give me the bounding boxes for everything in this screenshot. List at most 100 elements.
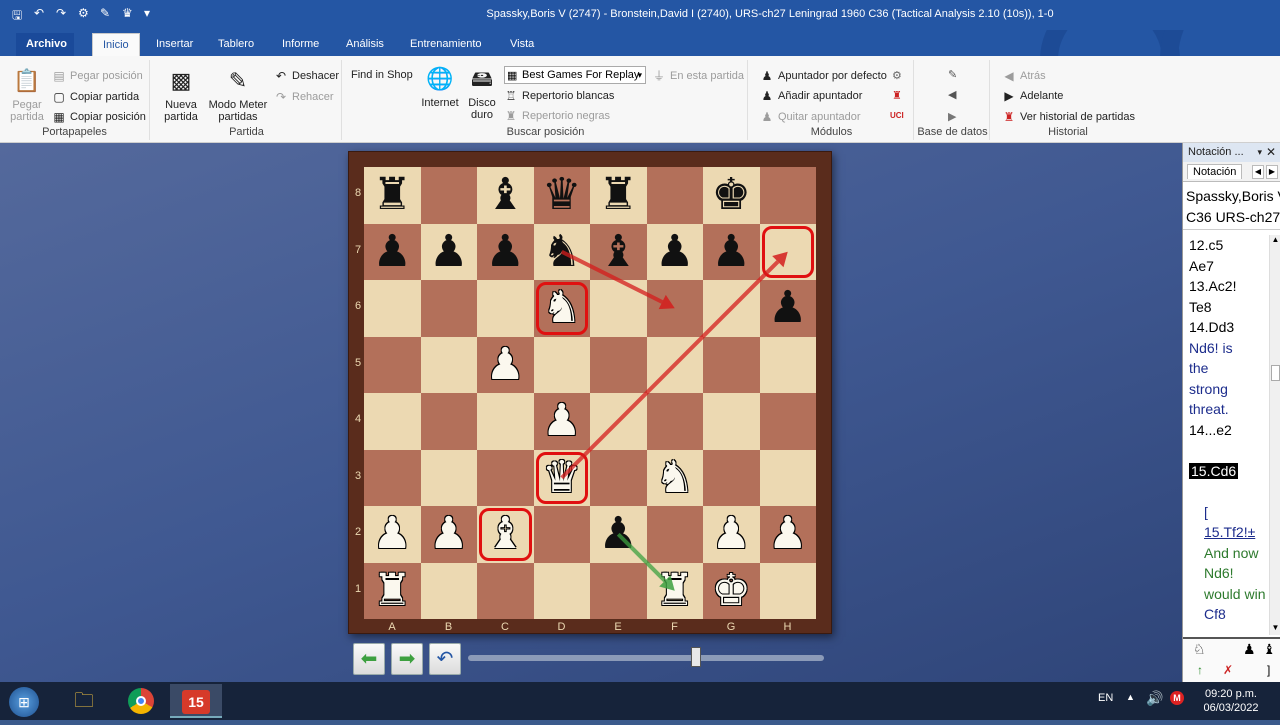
square-e6[interactable]	[590, 280, 647, 337]
show-hidden-icons-icon[interactable]: ▲	[1126, 692, 1135, 702]
history-forward-button[interactable]: ▶ Adelante	[1002, 89, 1063, 103]
variation-line[interactable]: Cf8	[1183, 604, 1269, 625]
bracket-icon[interactable]: ]	[1267, 663, 1270, 677]
square-f1[interactable]: ♜	[646, 562, 703, 619]
settings-icon[interactable]: ⚙	[78, 6, 89, 20]
square-e3[interactable]	[590, 449, 647, 506]
edit-icon[interactable]: ✎	[948, 68, 957, 81]
find-in-shop-button[interactable]: Find in Shop	[351, 69, 413, 81]
annotation-icons[interactable]	[1183, 481, 1269, 502]
repertoire-white-button[interactable]: ♖ Repertorio blancas	[504, 89, 615, 103]
white-rook-icon[interactable]: ♜	[655, 568, 694, 613]
in-game-button[interactable]: ⏚ En esta partida	[652, 69, 744, 83]
square-a2[interactable]: ♟	[364, 506, 421, 563]
square-d4[interactable]: ♟	[533, 393, 590, 450]
square-h3[interactable]	[759, 449, 816, 506]
forward-db-icon[interactable]: ▶	[948, 110, 956, 123]
square-h1[interactable]	[759, 562, 816, 619]
square-a1[interactable]: ♜	[364, 562, 421, 619]
black-pawn-icon[interactable]: ♟	[486, 229, 525, 274]
white-knight-icon[interactable]: ♞	[655, 455, 694, 500]
takeback-button[interactable]: ↶	[429, 643, 461, 675]
next-move-button[interactable]: ➡	[391, 643, 423, 675]
square-g5[interactable]	[703, 336, 760, 393]
white-pawn-icon[interactable]: ♟	[768, 512, 807, 556]
square-c2[interactable]: ♝	[477, 506, 534, 563]
white-pawn-icon[interactable]: ♟	[429, 512, 468, 556]
redo-icon[interactable]: ↷	[56, 6, 66, 20]
tab-notacion[interactable]: Notación	[1187, 164, 1243, 179]
engine-settings-icon[interactable]: ⚙	[892, 69, 902, 82]
black-pawn-icon[interactable]: ♟	[712, 229, 751, 274]
move[interactable]: 14...e2	[1183, 420, 1269, 441]
disk-button[interactable]: 🖴 Disco duro	[462, 64, 502, 121]
square-e4[interactable]	[590, 393, 647, 450]
tab-archivo[interactable]: Archivo	[16, 33, 74, 56]
history-back-button[interactable]: ◀ Atrás	[1002, 69, 1045, 83]
start-button[interactable]: ⊞	[0, 684, 48, 718]
square-g3[interactable]	[703, 449, 760, 506]
remove-kibitzer-button[interactable]: ♟ Quitar apuntador	[760, 110, 861, 124]
paste-position-button[interactable]: ▤ Pegar posición	[52, 69, 142, 83]
file-explorer-taskbar-button[interactable]: 🗀	[58, 684, 110, 718]
move[interactable]: Te8	[1183, 297, 1269, 318]
square-a3[interactable]	[364, 449, 421, 506]
black-bishop-icon[interactable]: ♝	[599, 229, 638, 274]
square-d6[interactable]: ♞	[533, 280, 590, 337]
square-f6[interactable]	[646, 280, 703, 337]
undo-button[interactable]: ↶ Deshacer	[274, 69, 339, 83]
square-b8[interactable]	[420, 167, 477, 224]
current-move[interactable]: 15.Cd6	[1183, 461, 1269, 482]
black-pawn-icon[interactable]: ♟	[655, 229, 694, 274]
black-queen-icon[interactable]: ♛	[542, 173, 581, 217]
white-pawn-icon[interactable]: ♟	[486, 342, 525, 387]
square-g7[interactable]: ♟	[703, 223, 760, 280]
square-d1[interactable]	[533, 562, 590, 619]
square-f5[interactable]	[646, 336, 703, 393]
tab-vista[interactable]: Vista	[500, 33, 544, 56]
white-pawn-icon[interactable]: ♟	[542, 399, 581, 443]
chessboard[interactable]: ♜ ♝ ♛ ♜ ♚ ♟ ♟ ♟ ♞ ♝ ♟ ♟ ♞ ♟ ♟ ♟ ♛ ♞ ♟ ♟ ♝ ♟ ♟ ♟ ♜ ♜ ♚	[364, 167, 816, 619]
white-knight-icon[interactable]: ♞	[542, 286, 581, 330]
add-kibitzer-button[interactable]: ♟ Añadir apuntador	[760, 89, 863, 103]
close-icon[interactable]: ✕	[1266, 143, 1276, 162]
square-c6[interactable]	[477, 280, 534, 337]
square-f3[interactable]: ♞	[646, 449, 703, 506]
square-g2[interactable]: ♟	[703, 506, 760, 563]
square-b7[interactable]: ♟	[420, 223, 477, 280]
language-indicator[interactable]: EN	[1098, 692, 1113, 704]
clock[interactable]: 09:20 p.m. 06/03/2022	[1196, 687, 1266, 715]
uci-icon[interactable]: UCI	[890, 111, 904, 120]
white-rook-icon[interactable]: ♜	[373, 568, 412, 613]
mcafee-icon[interactable]: M	[1170, 691, 1184, 705]
square-e2[interactable]: ♟	[590, 506, 647, 563]
default-kibitzer-button[interactable]: ♟ Apuntador por defecto	[760, 69, 887, 83]
new-game-button[interactable]: ▩ Nueva partida	[158, 66, 204, 123]
black-rook-icon[interactable]: ♜	[373, 173, 412, 217]
black-rook-icon[interactable]: ♜	[599, 173, 638, 217]
square-e5[interactable]	[590, 336, 647, 393]
notation-scrollbar[interactable]: ▲ ▼	[1269, 235, 1280, 635]
square-f8[interactable]	[646, 167, 703, 224]
black-pawn-icon[interactable]: ♟	[599, 512, 638, 556]
tab-informe[interactable]: Informe	[272, 33, 329, 56]
white-pawn-icon[interactable]: ♟	[373, 512, 412, 556]
square-e8[interactable]: ♜	[590, 167, 647, 224]
white-king-icon[interactable]: ♚	[712, 568, 751, 613]
square-a5[interactable]	[364, 336, 421, 393]
slider-thumb[interactable]	[691, 647, 701, 667]
black-pawn-icon[interactable]: ♟	[373, 229, 412, 274]
tab-insertar[interactable]: Insertar	[146, 33, 203, 56]
black-bishop-icon[interactable]: ♝	[486, 173, 525, 217]
square-a4[interactable]	[364, 393, 421, 450]
square-c7[interactable]: ♟	[477, 223, 534, 280]
black-king-icon[interactable]: ♚	[712, 173, 751, 217]
square-f7[interactable]: ♟	[646, 223, 703, 280]
redo-button[interactable]: ↷ Rehacer	[274, 90, 334, 104]
back-db-icon[interactable]: ◀	[948, 88, 956, 101]
square-b3[interactable]	[420, 449, 477, 506]
repertoire-black-button[interactable]: ♜ Repertorio negras	[504, 109, 610, 123]
copy-game-button[interactable]: ▢ Copiar partida	[52, 90, 139, 104]
knight-icon[interactable]: ♘	[1193, 641, 1206, 658]
engine-manage-icon[interactable]: ♜	[892, 89, 902, 102]
